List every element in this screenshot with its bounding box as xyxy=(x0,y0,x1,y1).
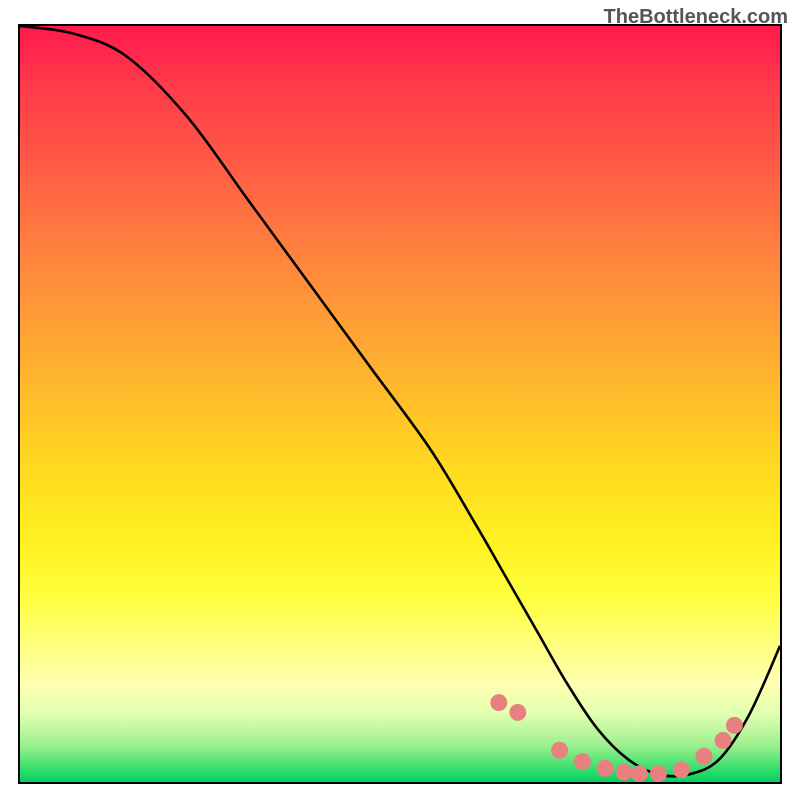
marker-dot xyxy=(726,717,743,734)
marker-dot xyxy=(696,748,713,765)
curve-line xyxy=(20,26,780,776)
marker-dot xyxy=(715,732,732,749)
chart-svg xyxy=(20,26,780,782)
watermark-text: TheBottleneck.com xyxy=(604,6,788,29)
marker-dot xyxy=(673,761,690,778)
marker-dot xyxy=(490,694,507,711)
marker-dot xyxy=(631,765,648,782)
marker-dot xyxy=(650,765,667,782)
plot-area xyxy=(18,24,782,784)
marker-dot xyxy=(597,760,614,777)
marker-dot xyxy=(551,742,568,759)
marker-dot xyxy=(574,753,591,770)
marker-dot xyxy=(616,764,633,781)
marker-dot xyxy=(509,704,526,721)
